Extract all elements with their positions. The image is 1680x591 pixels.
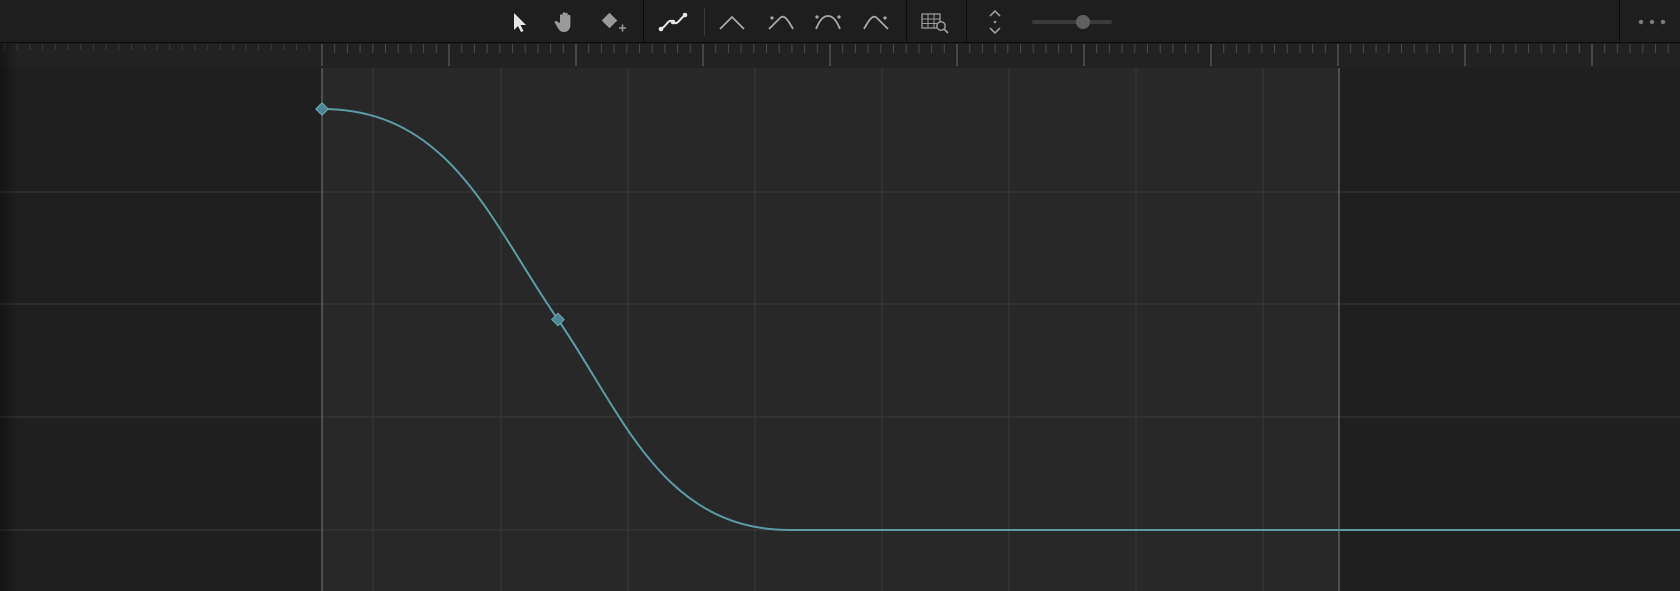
- diamond-plus-icon: [601, 12, 626, 32]
- inactive-region-right: [1339, 44, 1680, 591]
- ease-in-interpolation-button[interactable]: [764, 5, 798, 39]
- zoom-slider[interactable]: [1030, 14, 1114, 30]
- frame-all-button[interactable]: [918, 5, 952, 39]
- toolbar-separator: [966, 0, 967, 43]
- interpolation-linear-icon: [719, 15, 745, 30]
- arrow-cursor-icon: [514, 13, 526, 32]
- zoom-slider-knob[interactable]: [1075, 15, 1090, 29]
- hand-icon: [554, 12, 571, 32]
- zoom-slider-track: [1032, 20, 1112, 24]
- select-tool-button[interactable]: [502, 5, 536, 39]
- interpolation-ease-in-out-icon: [815, 15, 841, 30]
- add-keyframe-tool-button[interactable]: [596, 5, 630, 39]
- interpolation-ease-in-icon: [768, 15, 794, 30]
- toolbar-separator: [643, 0, 644, 43]
- more-options-button[interactable]: [1634, 5, 1670, 39]
- smooth-curve-tool-button[interactable]: [656, 5, 690, 39]
- curve-smooth-icon: [658, 12, 688, 32]
- toolbar-separator: [1619, 0, 1620, 43]
- toolbar-separator: [704, 8, 705, 36]
- grid-magnifier-icon: [921, 13, 949, 34]
- curve-editor-window: [0, 0, 1680, 591]
- ease-in-out-interpolation-button[interactable]: [811, 5, 845, 39]
- pan-tool-button[interactable]: [548, 5, 582, 39]
- timeline-ruler[interactable]: [0, 44, 1680, 68]
- vertical-fit-button[interactable]: [978, 5, 1012, 39]
- chevron-up-down-icon: [989, 9, 1001, 35]
- toolbar: [0, 0, 1680, 43]
- curve-graph-area[interactable]: [0, 44, 1680, 591]
- interpolation-ease-out-icon: [863, 15, 889, 30]
- ellipsis-icon: [1638, 19, 1666, 25]
- active-region: [322, 44, 1339, 591]
- linear-interpolation-button[interactable]: [715, 5, 749, 39]
- ease-out-interpolation-button[interactable]: [859, 5, 893, 39]
- toolbar-separator: [906, 0, 907, 43]
- inactive-region-left: [0, 44, 322, 591]
